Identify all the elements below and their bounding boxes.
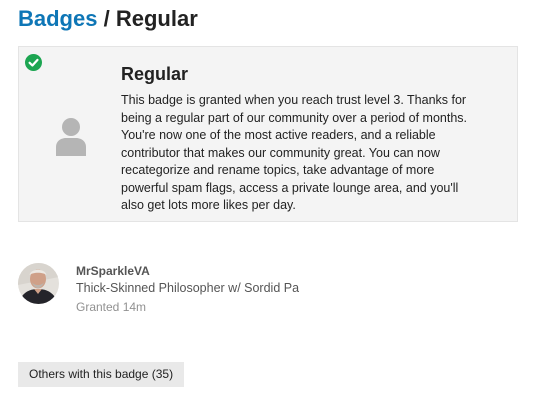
others-with-badge-button[interactable]: Others with this badge (35) [18,362,185,387]
user-grant-card: MrSparkleVA Thick-Skinned Philosopher w/… [18,261,318,321]
badge-page: Badges / Regular Regular This badge is g… [0,0,537,406]
breadcrumb-badges-link[interactable]: Badges [18,6,97,31]
granted-time: Granted 14m [76,300,147,314]
breadcrumb-separator: / [103,6,110,31]
check-circle-icon [25,54,42,71]
user-icon [55,117,87,157]
avatar[interactable] [18,263,59,304]
badge-card: Regular This badge is granted when you r… [18,46,518,222]
badge-name: Regular [121,64,189,84]
page-title: Badges / Regular [18,5,198,33]
username-link[interactable]: MrSparkleVA [76,263,150,279]
breadcrumb-current: Regular [115,6,198,31]
badge-description: This badge is granted when you reach tru… [121,93,468,212]
user-title: Thick-Skinned Philosopher w/ Sordid Pa [76,281,299,295]
